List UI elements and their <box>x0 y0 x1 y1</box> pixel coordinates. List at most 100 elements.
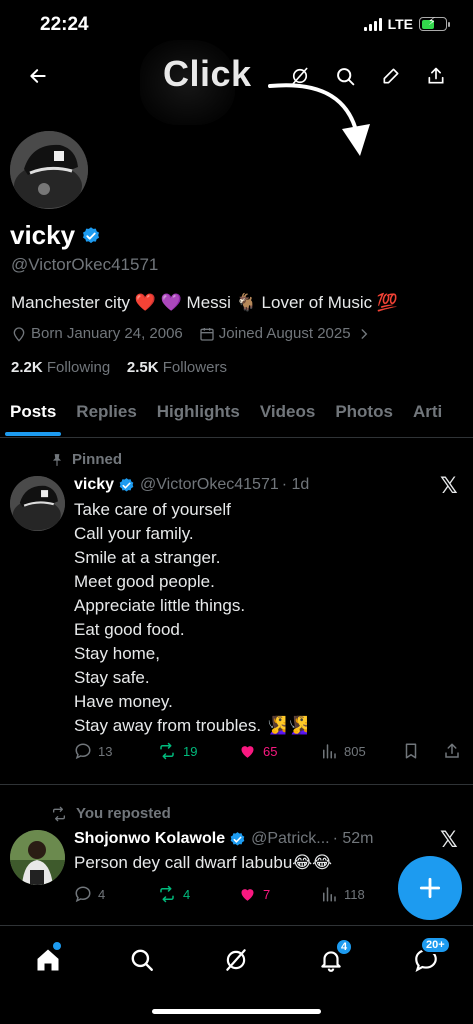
repost-text: Person dey call dwarf labubu😂😂 <box>74 853 333 872</box>
profile-tabs: Posts Replies Highlights Videos Photos A… <box>0 396 473 438</box>
post-author[interactable]: vicky <box>74 476 114 494</box>
bookmark-button[interactable] <box>402 742 420 760</box>
like-button[interactable]: 7 <box>238 885 270 903</box>
home-icon <box>37 949 59 971</box>
pinned-post-actions: 13 19 65 805 <box>74 742 464 762</box>
post-line: Stay safe. <box>74 668 150 687</box>
post-share-button[interactable] <box>443 742 461 760</box>
home-unread-dot <box>53 942 61 950</box>
view-count: 805 <box>344 743 366 759</box>
pin-icon <box>52 453 62 466</box>
tab-replies[interactable]: Replies <box>66 396 146 437</box>
views-chart-icon <box>323 744 336 759</box>
repost-meta: Shojonwo Kolawole @Patrick... · 52m <box>74 830 374 848</box>
post-time: · 1d <box>281 476 310 493</box>
verified-badge-icon <box>83 226 100 243</box>
compose-post-button[interactable] <box>398 856 462 920</box>
repost-avatar[interactable] <box>10 830 65 885</box>
nav-home[interactable] <box>28 940 68 980</box>
search-icon <box>131 949 153 971</box>
pinned-label: Pinned <box>72 451 123 468</box>
following-link[interactable]: 2.2K Following <box>11 359 110 376</box>
nav-messages[interactable]: 20+ <box>406 936 451 980</box>
search-icon <box>336 67 354 85</box>
views-button[interactable]: 805 <box>320 742 366 760</box>
edit-profile-button[interactable] <box>377 62 405 90</box>
grok-icon <box>226 949 246 971</box>
post-handle: @VictorOkec41571 <box>140 476 279 493</box>
tab-articles[interactable]: Arti <box>403 396 452 437</box>
post-line: Meet good people. <box>74 572 215 591</box>
post-line: Smile at a stranger. <box>74 548 221 567</box>
heart-filled-icon <box>241 889 254 901</box>
birth-date: Born January 24, 2006 <box>31 325 183 342</box>
post-line: Eat good food. <box>74 620 185 639</box>
post-line: Stay away from troubles. 🧏‍♀️🧏‍♀️ <box>74 716 309 735</box>
messages-badge: 20+ <box>420 936 451 954</box>
click-annotation-label: Click <box>163 53 252 94</box>
like-button[interactable]: 65 <box>238 742 277 760</box>
share-button[interactable] <box>422 62 450 90</box>
annotation-arrow <box>268 83 370 156</box>
like-count: 65 <box>263 743 278 759</box>
repost-button[interactable]: 4 <box>157 885 190 903</box>
followers-link[interactable]: 2.5K Followers <box>127 359 227 376</box>
profile-avatar[interactable] <box>10 131 88 209</box>
tab-posts[interactable]: Posts <box>0 396 66 437</box>
tab-highlights[interactable]: Highlights <box>147 396 250 437</box>
verified-badge-icon <box>119 477 134 492</box>
following-count: 2.2K <box>11 359 43 376</box>
home-indicator <box>152 1009 321 1014</box>
repost-icon <box>160 885 174 903</box>
reply-button[interactable]: 13 <box>74 742 112 760</box>
repost-icon <box>53 806 65 821</box>
back-button[interactable] <box>24 62 52 90</box>
heart-filled-icon <box>241 746 254 758</box>
battery-icon: ⚡ <box>419 16 450 31</box>
views-button[interactable]: 118 <box>320 885 365 903</box>
profile-name-row: vicky <box>10 220 101 251</box>
nav-notifications[interactable]: 4 <box>311 938 354 980</box>
followers-label: Followers <box>162 359 227 376</box>
repost-count: 4 <box>183 886 191 902</box>
tab-photos[interactable]: Photos <box>325 396 403 437</box>
post-avatar[interactable] <box>10 476 65 531</box>
following-label: Following <box>46 359 111 376</box>
arrow-left-icon <box>30 69 46 83</box>
grok-button[interactable] <box>286 62 314 90</box>
post-line: Call your family. <box>74 524 194 543</box>
tab-videos[interactable]: Videos <box>250 396 325 437</box>
profile-bio: Manchester city ❤️ 💜 Messi 🐐 Lover of Mu… <box>11 293 398 312</box>
network-label: LTE <box>387 16 413 32</box>
repost-actions: 4 4 7 118 <box>74 885 394 905</box>
chevron-right-icon[interactable] <box>357 327 371 341</box>
share-icon <box>445 743 459 758</box>
reply-button[interactable]: 4 <box>74 885 105 903</box>
verified-badge-icon <box>230 831 245 846</box>
x-logo-icon: 𝕏 <box>440 473 458 498</box>
profile-meta: Born January 24, 2006 Joined August 2025 <box>11 325 371 342</box>
status-time: 22:24 <box>40 14 89 35</box>
repost-time: · 52m <box>332 830 374 847</box>
repost-button[interactable]: 19 <box>157 742 197 760</box>
signal-icon <box>363 17 382 31</box>
location-pin-icon <box>13 326 25 342</box>
notifications-badge: 4 <box>335 938 354 956</box>
profile-photo <box>10 131 88 209</box>
reposted-label: You reposted <box>76 805 171 822</box>
nav-search[interactable] <box>122 940 162 980</box>
pinned-post-meta: vicky @VictorOkec41571 · 1d <box>74 476 309 494</box>
repost-author[interactable]: Shojonwo Kolawole <box>74 830 225 848</box>
x-logo-icon: 𝕏 <box>440 827 458 852</box>
repost-handle: @Patrick... <box>251 830 330 847</box>
search-button[interactable] <box>331 62 359 90</box>
post-line: Take care of yourself <box>74 500 231 519</box>
nav-grok[interactable] <box>216 940 256 980</box>
post-avatar-photo <box>10 476 65 531</box>
post-line: Have money. <box>74 692 173 711</box>
reply-count: 13 <box>98 743 113 759</box>
follow-counts: 2.2K Following 2.5K Followers <box>11 359 227 376</box>
grok-icon <box>292 67 308 85</box>
view-count: 118 <box>344 886 365 902</box>
repost-count: 19 <box>183 743 198 759</box>
